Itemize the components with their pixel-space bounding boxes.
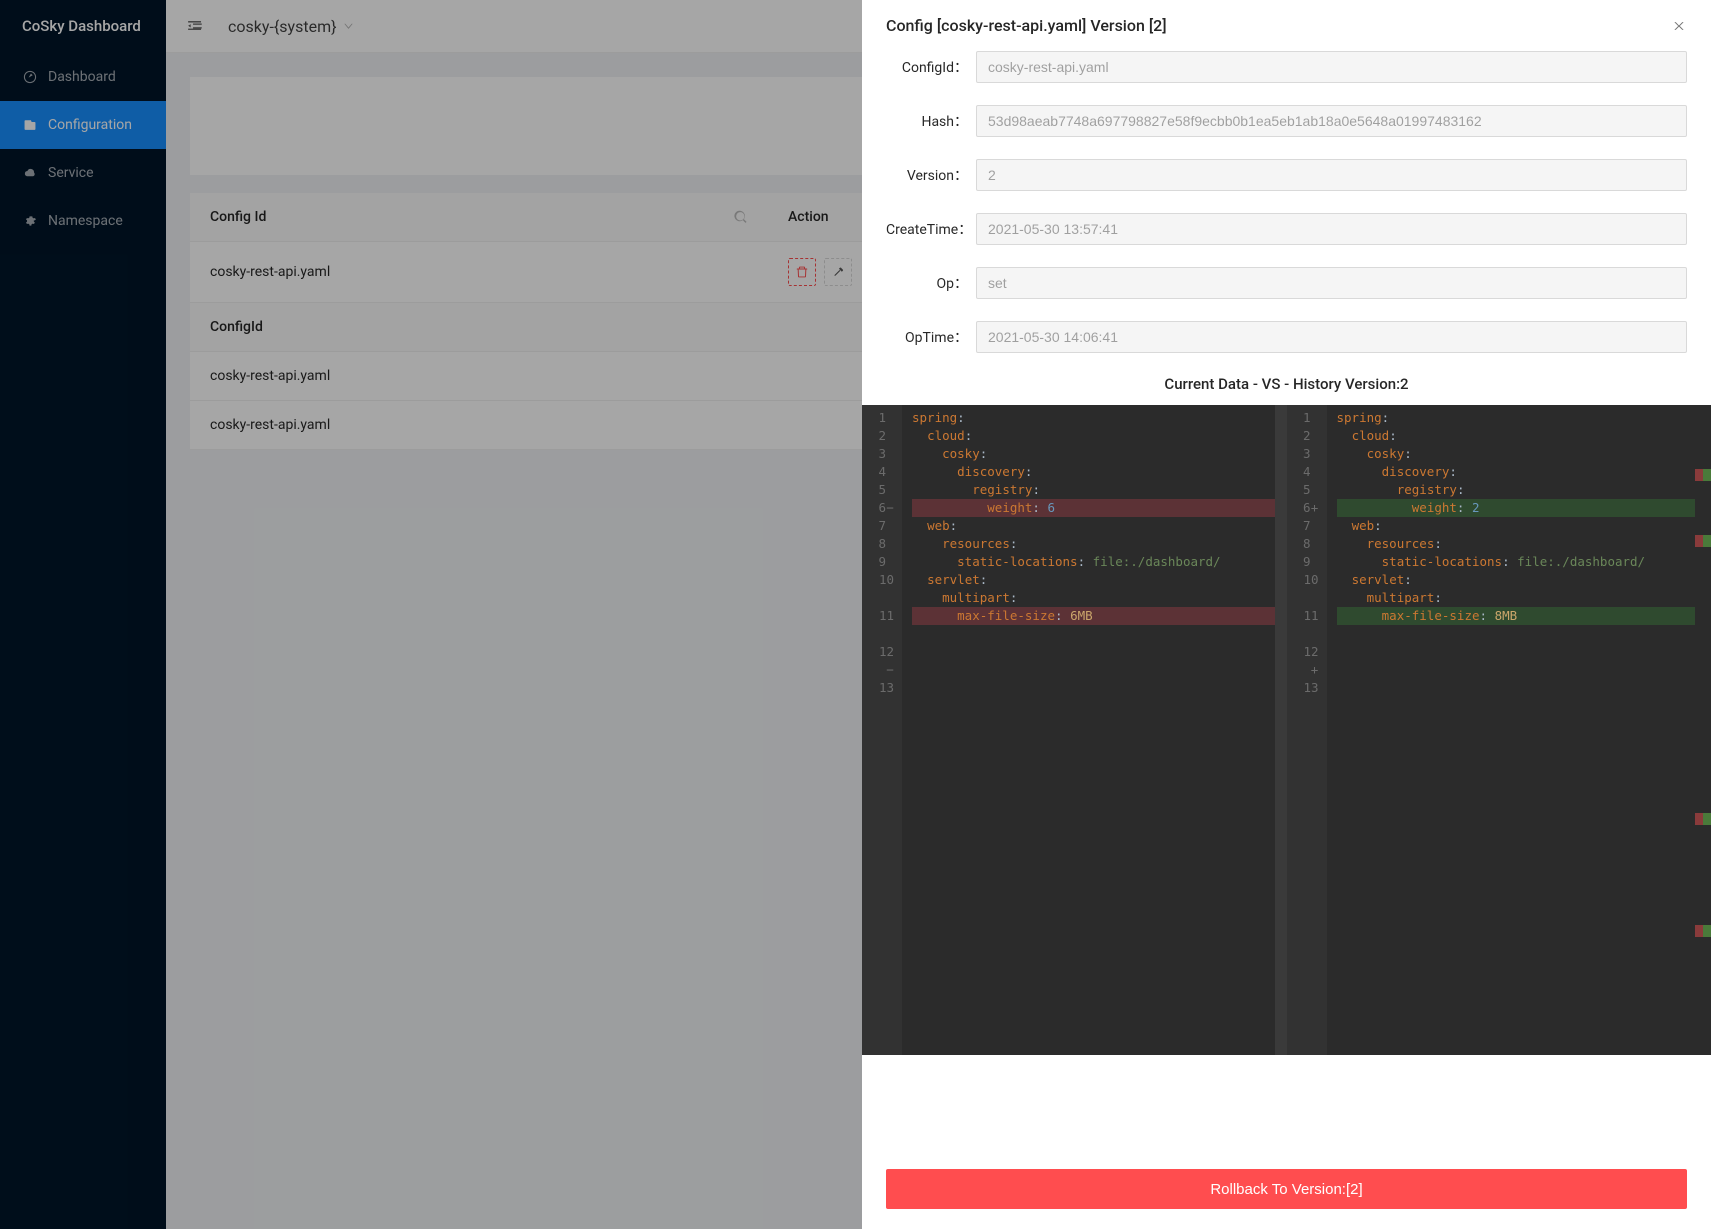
label-op-time: OpTime： xyxy=(886,327,976,347)
diff-pane-left: 123456−789101112−13 spring: cloud: cosky… xyxy=(862,405,1287,1055)
input-hash xyxy=(976,105,1687,137)
label-create-time: CreateTime： xyxy=(886,219,976,239)
input-config-id xyxy=(976,51,1687,83)
drawer-body: ConfigId： Hash： Version： CreateTime： Op：… xyxy=(862,51,1711,1149)
drawer-header: Config [cosky-rest-api.yaml] Version [2] xyxy=(862,0,1711,51)
label-op: Op： xyxy=(886,273,976,293)
gutter-left: 123456−789101112−13 xyxy=(862,405,902,1055)
label-version: Version： xyxy=(886,165,976,185)
label-hash: Hash： xyxy=(886,111,976,131)
diff-pane-right: 123456+789101112+13 spring: cloud: cosky… xyxy=(1287,405,1711,1055)
code-left: spring: cloud: cosky: discovery: registr… xyxy=(902,405,1287,1055)
input-version xyxy=(976,159,1687,191)
input-create-time xyxy=(976,213,1687,245)
input-op-time xyxy=(976,321,1687,353)
label-config-id: ConfigId： xyxy=(886,57,976,77)
scrollbar-left[interactable] xyxy=(1275,405,1287,1055)
input-op xyxy=(976,267,1687,299)
config-version-drawer: Config [cosky-rest-api.yaml] Version [2]… xyxy=(862,0,1711,1229)
diff-title: Current Data - VS - History Version:2 xyxy=(886,375,1687,393)
drawer-title: Config [cosky-rest-api.yaml] Version [2] xyxy=(886,16,1167,35)
diff-editor[interactable]: 123456−789101112−13 spring: cloud: cosky… xyxy=(862,405,1711,1055)
gutter-right: 123456+789101112+13 xyxy=(1287,405,1327,1055)
drawer-footer: Rollback To Version:[2] xyxy=(862,1149,1711,1229)
code-right: spring: cloud: cosky: discovery: registr… xyxy=(1327,405,1711,1055)
close-icon[interactable] xyxy=(1671,18,1687,34)
minimap[interactable] xyxy=(1695,405,1711,1055)
rollback-button[interactable]: Rollback To Version:[2] xyxy=(886,1169,1687,1209)
